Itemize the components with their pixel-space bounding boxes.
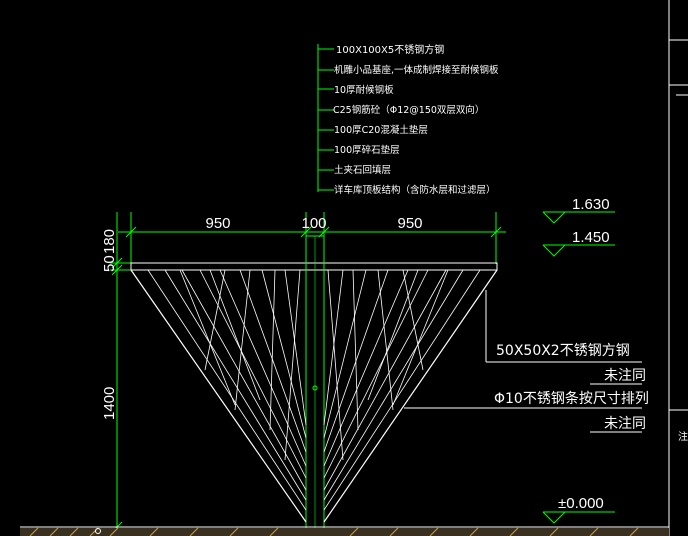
layer-label: 详车库顶板结构（含防水层和过滤层） xyxy=(334,184,496,196)
layer-label: 100X100X5不锈钢方钢 xyxy=(336,43,444,56)
layer-label: 10厚耐候钢板 xyxy=(334,84,394,96)
layer-label: 机雕小品基座,一体成制焊接至耐候钢板 xyxy=(334,64,499,76)
elevation-drawing: 注 100X100X5不锈钢方钢 机雕小品基座,一体成制焊接至耐候钢板 10厚耐… xyxy=(20,0,688,536)
dimension-text: 50 xyxy=(101,255,118,272)
top-plate xyxy=(130,262,498,271)
level-text: ±0.000 xyxy=(558,495,604,512)
dimension-text: 950 xyxy=(397,215,422,232)
level-mark xyxy=(542,244,615,257)
level-text: 1.630 xyxy=(572,196,610,213)
layer-label: 100厚C20混凝土垫层 xyxy=(334,124,428,136)
dimension-text: 950 xyxy=(205,215,230,232)
level-mark xyxy=(542,511,615,524)
note-text: Φ10不锈钢条按尺寸排列 xyxy=(494,390,649,407)
level-text: 1.450 xyxy=(572,229,610,246)
layer-label: 100厚碎石垫层 xyxy=(334,144,400,156)
note-text: 未注同 xyxy=(604,416,646,432)
frame-label: 注 xyxy=(678,430,688,443)
note-text: 未注同 xyxy=(604,368,646,384)
layer-label: 土夹石回填层 xyxy=(334,164,391,176)
note-text: 50X50X2不锈钢方钢 xyxy=(496,343,630,359)
dimension-text: 100 xyxy=(301,215,326,232)
layer-label: C25钢筋砼（Φ12@150双层双向） xyxy=(333,104,484,116)
footing-strip xyxy=(20,526,669,536)
dimension-text: 1400 xyxy=(101,387,118,420)
cad-drawing-canvas: 注 100X100X5不锈钢方钢 机雕小品基座,一体成制焊接至耐候钢板 10厚耐… xyxy=(0,0,688,536)
level-mark xyxy=(542,211,615,224)
cone-outline xyxy=(130,269,307,523)
dimension-text: 180 xyxy=(101,229,118,254)
note-leader xyxy=(404,290,642,433)
layer-leader xyxy=(317,44,334,192)
